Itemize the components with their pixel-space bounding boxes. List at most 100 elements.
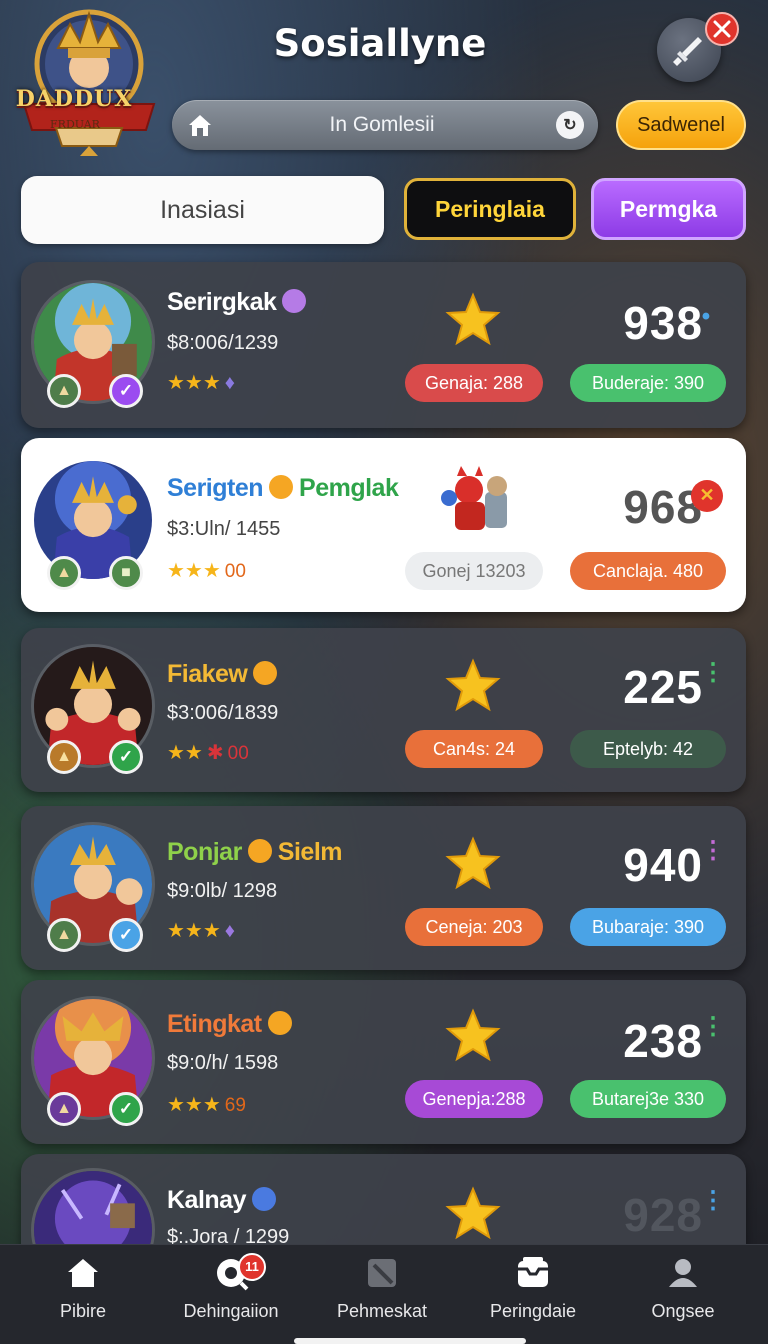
potion-icon: ♦ [224,372,236,394]
filter-field[interactable]: Inasiasi [21,176,384,244]
scroll-icon: ■ [109,556,143,590]
favorite-star-icon[interactable] [445,1186,501,1242]
hero-price: $8:006/1239 [167,332,279,354]
hero-rating: ★★★ ♦ [167,372,236,394]
hero-card[interactable]: ▲ ✓ Etingkat $9:0/h/ 1598 ★★★ 69 238 ⋮ Ge… [21,980,746,1144]
coin-icon [253,661,278,686]
map-icon [368,1259,396,1287]
favorite-star-icon[interactable] [445,658,501,714]
verified-icon: ✓ [109,374,143,408]
item-icon: ▲ [47,556,81,590]
stat-pill-right[interactable]: Eptelyb: 42 [570,730,726,768]
nav-item-home[interactable]: Pibire [8,1245,158,1344]
hero-rating: ★★★ 69 [167,1094,246,1116]
nav-item-map[interactable]: Pehmeskat [307,1245,457,1344]
stat-pill-right[interactable]: Bubaraje: 390 [570,908,726,946]
more-menu-icon[interactable]: ⋮ [701,1015,725,1039]
verified-icon: ✓ [109,1092,143,1126]
hero-card-selected[interactable]: ▲ ■ Serigten Pemglak $3:Uln/ 1455 ★★★ 00 9… [21,438,746,612]
refresh-search-icon[interactable]: ↻ [556,111,584,139]
stat-pill-right[interactable]: Butarej3e 330 [570,1080,726,1118]
more-menu-icon[interactable]: ⋮ [701,661,725,685]
rune-icon [251,1187,276,1212]
item-icon: ▲ [47,1092,81,1126]
nav-label: Pibire [59,1301,107,1321]
battle-icon[interactable]: ✕ [691,480,723,512]
stat-pill-left[interactable]: Gonej 13203 [405,552,543,590]
stat-pill-left[interactable]: Genaja: 288 [405,364,543,402]
nav-label: Dehingaiion [183,1301,279,1321]
stat-pill-left[interactable]: Can4s: 24 [405,730,543,768]
page-title: Sosiallyne [273,22,487,65]
home-icon [189,115,211,136]
item-icon: ▲ [47,740,81,774]
hero-score: 238 [623,1015,703,1067]
fire-icon: ✱ [206,742,224,764]
hero-card[interactable]: ▲ ✓ Serirgkak $8:006/1239 ★★★ ♦ 938 • Gen… [21,262,746,428]
potion-icon: ♦ [224,920,236,942]
hero-rating: ★★★ ♦ [167,920,236,942]
hero-figure-icon [441,466,507,530]
profile-icon [669,1259,697,1287]
item-icon: ▲ [47,374,81,408]
hero-price: $9:0lb/ 1298 [167,880,278,902]
search-input[interactable]: In Gomlesii [232,100,532,150]
hero-score: 928 [623,1189,703,1241]
header-action-button[interactable]: Sadwenel [616,100,746,150]
favorite-star-icon[interactable] [445,1008,501,1064]
inbox-icon [518,1257,548,1287]
coin-icon [267,1011,292,1036]
nav-label: Peringdaie [489,1301,577,1321]
home-indicator [294,1338,526,1344]
hero-price: $3:006/1839 [167,702,279,724]
hero-card[interactable]: ▲ ✓ Fiakew $3:006/1839 ★★ ✱ 00 225 ⋮ Can4s… [21,628,746,792]
crossed-swords-badge [705,12,739,46]
hero-name: Serigten [167,474,264,502]
favorite-star-icon[interactable] [445,836,501,892]
game-logo [18,6,160,156]
hero-card[interactable]: ▲ ✓ Ponjar Sielm $9:0lb/ 1298 ★★★ ♦ 940 ⋮ … [21,806,746,970]
stat-pill-right[interactable]: Canclaja. 480 [570,552,726,590]
logo-text: DADDUX [15,86,133,112]
hero-name: Kalnay [167,1186,246,1214]
hero-score: 968 [623,481,703,533]
nav-item-discovery[interactable]: 11 Dehingaiion [156,1245,306,1344]
hero-score: 940 [623,839,703,891]
crossed-swords-icon [713,20,731,38]
hero-name: Serirgkak [167,288,277,316]
hero-rating: ★★ ✱ 00 [167,742,249,764]
verified-icon: ✓ [109,918,143,952]
coin-icon [247,839,272,864]
hero-name-suffix: Sielm [277,838,343,866]
nav-item-inbox[interactable]: Peringdaie [458,1245,608,1344]
filter-gold-button[interactable]: Peringlaia [404,178,576,240]
coin-icon [269,475,294,500]
hero-price: $3:Uln/ 1455 [167,518,281,540]
notification-badge: 11 [238,1253,266,1281]
more-menu-icon[interactable]: ⋮ [701,1189,725,1213]
hero-score: 938 [623,297,703,349]
sword-icon [673,37,702,66]
hero-price: $9:0/h/ 1598 [167,1052,279,1074]
nav-item-profile[interactable]: Ongsee [608,1245,758,1344]
more-menu-icon[interactable]: ⋮ [701,839,725,863]
hero-name: Fiakew [167,660,248,688]
logo-subtitle: FRDUAR [50,118,100,131]
search-bar[interactable]: In Gomlesii ↻ [172,100,598,150]
stat-pill-left[interactable]: Genepja:288 [405,1080,543,1118]
hero-name: Etingkat [167,1010,262,1038]
favorite-star-icon[interactable] [445,292,501,348]
verified-icon: ✓ [109,740,143,774]
bottom-navigation: Pibire 11 Dehingaiion Pehmeskat Peringda… [0,1244,768,1344]
hero-name-suffix: Pemglak [299,474,399,502]
rank-icon [282,289,307,314]
hero-name: Ponjar [167,838,242,866]
nav-label: Pehmeskat [336,1301,428,1321]
stat-pill-right[interactable]: Buderaje: 390 [570,364,726,402]
hero-rating: ★★★ 00 [167,560,246,582]
more-menu-icon[interactable]: • [701,305,711,329]
filter-purple-button[interactable]: Permgka [591,178,746,240]
hero-score: 225 [623,661,703,713]
stat-pill-left[interactable]: Ceneja: 203 [405,908,543,946]
home-icon [68,1259,98,1287]
